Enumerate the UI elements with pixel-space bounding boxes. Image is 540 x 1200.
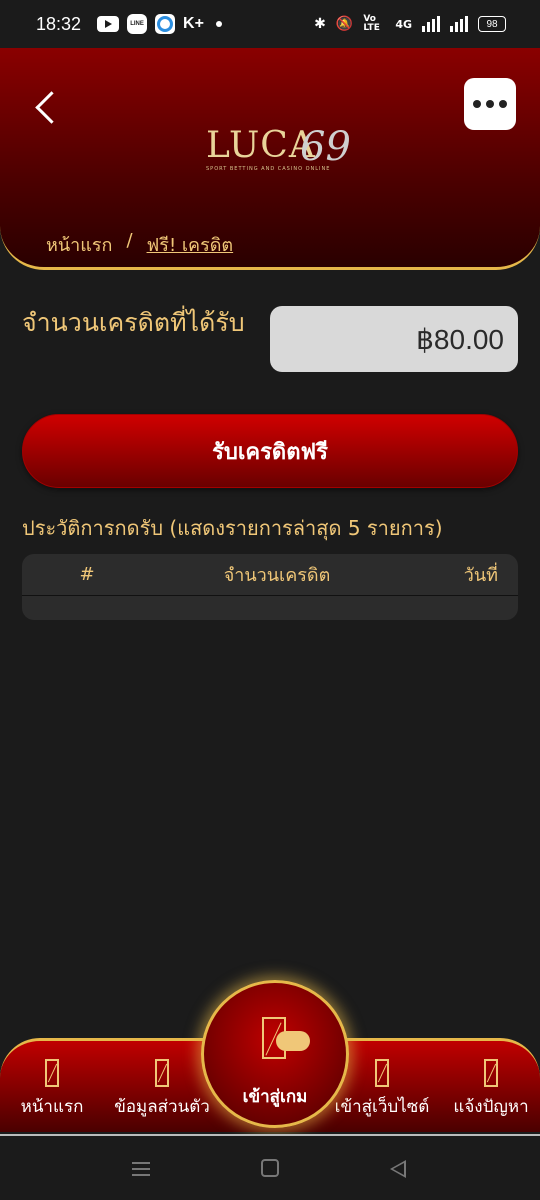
line-app-icon: LINE xyxy=(127,14,148,34)
play-game-label: เข้าสู่เกม xyxy=(242,1087,308,1107)
more-menu-button[interactable] xyxy=(464,78,516,130)
volte-indicator: Vo LTE xyxy=(363,14,380,33)
profile-icon xyxy=(155,1059,169,1087)
youtube-icon xyxy=(97,16,120,32)
nav-report-label: แจ้งปัญหา xyxy=(453,1097,529,1117)
battery-icon: 98 xyxy=(478,16,506,32)
nav-website[interactable]: เข้าสู่เว็บไซต์ xyxy=(334,1059,430,1120)
back-button[interactable] xyxy=(30,88,66,132)
mute-bell-icon: 🔕 xyxy=(335,16,354,32)
credit-amount-label: จำนวนเครดิตที่ได้รับ xyxy=(22,308,245,337)
claim-free-credit-button[interactable]: รับเครดิตฟรี xyxy=(22,414,518,488)
back-triangle-icon[interactable] xyxy=(390,1160,406,1178)
breadcrumb-home-link[interactable]: หน้าแรก xyxy=(46,230,112,259)
status-time: 18:32 xyxy=(36,13,82,34)
recent-apps-icon[interactable] xyxy=(132,1162,150,1176)
nav-home-label: หน้าแรก xyxy=(20,1097,84,1117)
system-nav-bar xyxy=(0,1134,540,1200)
more-dot-icon xyxy=(499,100,507,108)
nav-home[interactable]: หน้าแรก xyxy=(10,1059,94,1120)
history-title: ประวัติการกดรับ (แสดงรายการล่าสุด 5 รายก… xyxy=(22,516,443,540)
bluetooth-icon: ✱ xyxy=(314,16,326,32)
notification-dot-icon xyxy=(215,21,222,27)
report-icon xyxy=(484,1059,498,1087)
home-icon xyxy=(45,1059,59,1087)
gamepad-icon xyxy=(276,1031,310,1051)
history-table: # จำนวนเครดิต วันที่ xyxy=(22,554,518,620)
more-dot-icon xyxy=(486,100,494,108)
website-icon xyxy=(375,1059,389,1087)
column-date: วันที่ xyxy=(463,565,498,586)
breadcrumb: หน้าแรก / ฟรี! เครดิต xyxy=(46,230,233,259)
nav-report-problem[interactable]: แจ้งปัญหา xyxy=(446,1059,536,1120)
breadcrumb-current[interactable]: ฟรี! เครดิต xyxy=(147,230,234,259)
column-credit-amount: จำนวนเครดิต xyxy=(223,565,331,586)
messenger-icon xyxy=(155,14,176,34)
credit-amount-field: ฿80.00 xyxy=(270,306,518,372)
network-type: 4G xyxy=(395,17,412,31)
nav-profile[interactable]: ข้อมูลส่วนตัว xyxy=(110,1059,214,1120)
status-bar: 18:32 LINE K+ ✱ 🔕 Vo LTE 4G 98 xyxy=(0,0,540,48)
kplus-icon: K+ xyxy=(183,15,204,32)
luca69-logo: LUCA 69 SPORT BETTING AND CASINO ONLINE xyxy=(206,124,351,180)
breadcrumb-separator: / xyxy=(126,230,133,251)
table-header: # จำนวนเครดิต วันที่ xyxy=(22,554,518,596)
play-game-button[interactable]: เข้าสู่เกม xyxy=(201,980,349,1128)
signal-2-icon xyxy=(450,16,468,32)
more-dot-icon xyxy=(473,100,481,108)
nav-profile-label: ข้อมูลส่วนตัว xyxy=(114,1097,210,1117)
logo-number: 69 xyxy=(300,124,351,170)
column-number: # xyxy=(79,564,95,585)
signal-icon xyxy=(422,16,440,32)
home-square-icon[interactable] xyxy=(261,1159,279,1177)
header: LUCA 69 SPORT BETTING AND CASINO ONLINE … xyxy=(0,48,540,270)
nav-website-label: เข้าสู่เว็บไซต์ xyxy=(334,1097,430,1117)
